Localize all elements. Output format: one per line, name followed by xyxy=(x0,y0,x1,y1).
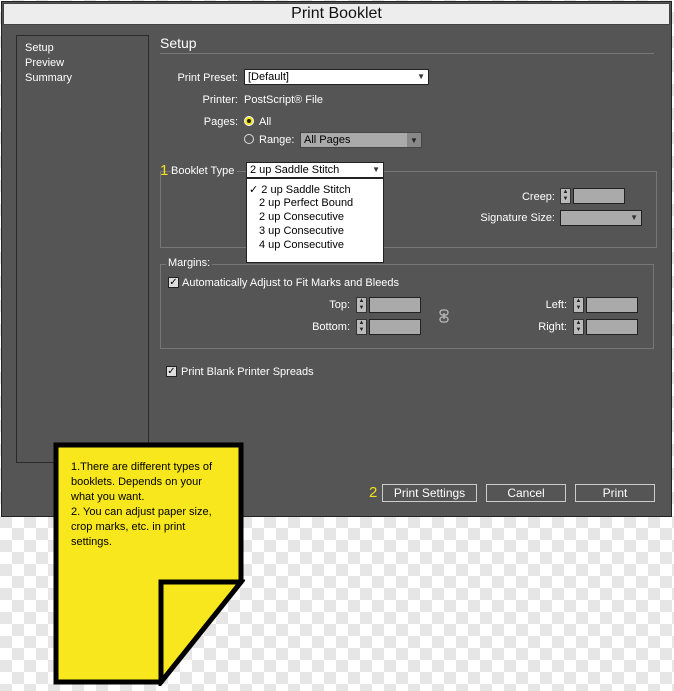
sidebar-item-preview[interactable]: Preview xyxy=(25,57,64,69)
margin-bottom-stepper[interactable]: ▲ ▼ xyxy=(356,319,367,335)
booklet-type-select[interactable]: 2 up Saddle Stitch ▼ xyxy=(246,162,384,178)
pages-range-radio[interactable] xyxy=(244,134,254,144)
chevron-down-icon: ▼ xyxy=(407,133,421,147)
margin-right-input[interactable] xyxy=(586,319,638,335)
booklet-type-value: 2 up Saddle Stitch xyxy=(250,164,340,176)
margin-left-stepper[interactable]: ▲ ▼ xyxy=(573,297,584,313)
chevron-down-icon: ▼ xyxy=(630,213,638,222)
signature-size-select[interactable]: ▼ xyxy=(560,210,642,226)
auto-adjust-label: Automatically Adjust to Fit Marks and Bl… xyxy=(182,277,400,289)
margin-bottom-input[interactable] xyxy=(369,319,421,335)
signature-size-label: Signature Size: xyxy=(480,212,555,224)
chevron-down-icon: ▼ xyxy=(372,165,380,174)
chevron-down-icon: ▼ xyxy=(417,72,425,81)
creep-label: Creep: xyxy=(521,191,555,203)
step-number-1: 1 xyxy=(160,162,169,179)
margin-left-label: Left: xyxy=(545,299,567,311)
margin-left-input[interactable] xyxy=(586,297,638,313)
option-4up-consecutive[interactable]: 4 up Consecutive xyxy=(259,239,344,251)
print-settings-button[interactable]: Print Settings xyxy=(382,484,477,502)
pages-all-radio[interactable] xyxy=(244,116,254,126)
pages-label: Pages: xyxy=(203,116,238,128)
option-2up-saddle-stitch[interactable]: ✓ 2 up Saddle Stitch xyxy=(249,183,351,196)
creep-stepper[interactable]: ▲ ▼ xyxy=(560,188,571,204)
margin-top-stepper[interactable]: ▲ ▼ xyxy=(356,297,367,313)
margin-bottom-label: Bottom: xyxy=(312,321,350,333)
printer-value: PostScript® File xyxy=(244,94,324,106)
printer-label: Printer: xyxy=(202,94,238,106)
margin-top-input[interactable] xyxy=(369,297,421,313)
option-2up-perfect-bound[interactable]: 2 up Perfect Bound xyxy=(259,197,353,209)
print-button[interactable]: Print xyxy=(575,484,655,502)
booklet-type-label: Booklet Type xyxy=(171,165,238,177)
section-heading: Setup xyxy=(160,35,197,51)
booklet-type-dropdown: ✓ 2 up Saddle Stitch 2 up Perfect Bound … xyxy=(246,178,384,263)
print-preset-select[interactable]: [Default] ▼ xyxy=(244,69,429,85)
chain-link-icon[interactable] xyxy=(437,309,451,323)
print-preset-label: Print Preset: xyxy=(177,72,238,84)
heading-divider xyxy=(160,53,654,54)
pages-all-label: All xyxy=(259,116,272,128)
pages-range-label: Range: xyxy=(259,134,295,146)
margins-heading: Margins: xyxy=(166,257,213,269)
sidebar: Setup Preview Summary xyxy=(16,35,149,463)
print-preset-value: [Default] xyxy=(248,71,289,83)
print-blank-spreads-checkbox[interactable]: ✓ xyxy=(166,366,177,377)
margin-right-stepper[interactable]: ▲ ▼ xyxy=(573,319,584,335)
option-2up-consecutive[interactable]: 2 up Consecutive xyxy=(259,211,344,223)
sidebar-item-setup[interactable]: Setup xyxy=(25,42,54,54)
option-3up-consecutive[interactable]: 3 up Consecutive xyxy=(259,225,344,237)
sidebar-item-summary[interactable]: Summary xyxy=(25,72,72,84)
auto-adjust-checkbox[interactable]: ✓ xyxy=(168,277,179,288)
sticky-note-text: 1.There are different types of booklets.… xyxy=(71,461,213,548)
pages-range-value: All Pages xyxy=(304,134,351,146)
margin-right-label: Right: xyxy=(538,321,567,333)
cancel-button[interactable]: Cancel xyxy=(486,484,566,502)
margin-top-label: Top: xyxy=(329,299,350,311)
dialog-title: Print Booklet xyxy=(3,3,670,25)
pages-range-select[interactable]: All Pages ▼ xyxy=(300,132,422,148)
creep-input[interactable] xyxy=(573,188,625,204)
print-blank-spreads-label: Print Blank Printer Spreads xyxy=(181,366,314,378)
step-number-2: 2 xyxy=(369,484,378,501)
